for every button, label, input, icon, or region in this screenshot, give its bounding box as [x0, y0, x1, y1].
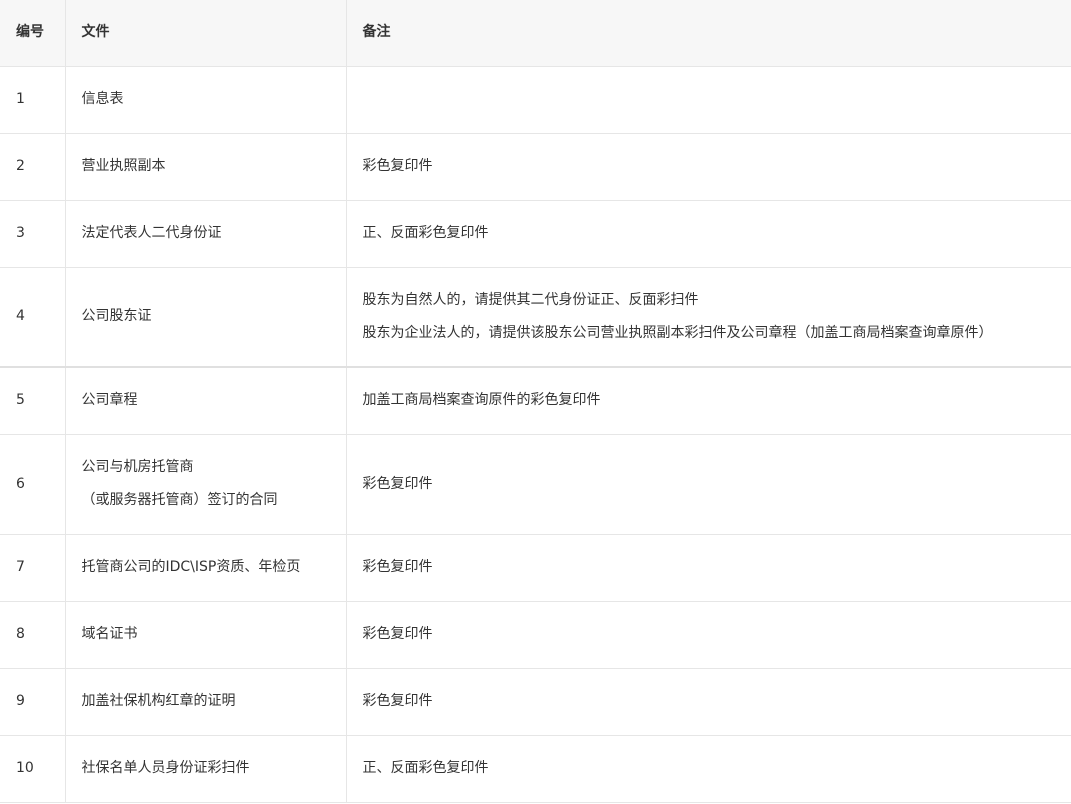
table-row: 1 信息表 [0, 66, 1071, 134]
cell-note: 彩色复印件 [345, 133, 1071, 201]
cell-note: 正、反面彩色复印件 [345, 735, 1071, 803]
cell-note-line: 彩色复印件 [362, 693, 433, 709]
cell-note: 彩色复印件 [345, 434, 1071, 535]
table-header-row: 编号 文件 备注 [0, 0, 1071, 67]
cell-file-line: 域名证书 [81, 626, 138, 642]
cell-num: 9 [0, 668, 65, 736]
cell-file: 公司章程 [64, 367, 346, 435]
cell-file: 托管商公司的IDC\ISP资质、年检页 [64, 534, 346, 602]
cell-file-line: 社保名单人员身份证彩扫件 [81, 760, 250, 776]
cell-note-line: 股东为自然人的，请提供其二代身份证正、反面彩扫件 [362, 291, 699, 308]
header-file: 文件 [64, 0, 346, 67]
cell-file-line: 营业执照副本 [81, 158, 166, 174]
cell-note-line: 彩色复印件 [362, 559, 433, 575]
table-row: 5 公司章程 加盖工商局档案查询原件的彩色复印件 [0, 367, 1071, 435]
table-row: 3 法定代表人二代身份证 正、反面彩色复印件 [0, 200, 1071, 268]
cell-file-line: 信息表 [81, 91, 124, 107]
table-row: 4 公司股东证 股东为自然人的，请提供其二代身份证正、反面彩扫件 股东为企业法人… [0, 267, 1071, 368]
cell-note-line: 加盖工商局档案查询原件的彩色复印件 [362, 392, 601, 409]
cell-note [345, 66, 1071, 134]
cell-num: 10 [0, 735, 65, 803]
cell-file: 信息表 [64, 66, 346, 134]
cell-note: 加盖工商局档案查询原件的彩色复印件 [345, 367, 1071, 435]
cell-num: 5 [0, 367, 65, 435]
header-num: 编号 [0, 0, 65, 67]
cell-note: 股东为自然人的，请提供其二代身份证正、反面彩扫件 股东为企业法人的，请提供该股东… [345, 267, 1071, 368]
cell-file-line: 法定代表人二代身份证 [81, 225, 222, 241]
table-row: 10 社保名单人员身份证彩扫件 正、反面彩色复印件 [0, 735, 1071, 803]
table-row: 2 营业执照副本 彩色复印件 [0, 133, 1071, 201]
cell-num: 6 [0, 434, 65, 535]
cell-note-line: 彩色复印件 [362, 475, 433, 492]
cell-num: 8 [0, 601, 65, 669]
cell-note: 正、反面彩色复印件 [345, 200, 1071, 268]
cell-file: 公司与机房托管商 （或服务器托管商）签订的合同 [64, 434, 346, 535]
cell-note-line: 股东为企业法人的，请提供该股东公司营业执照副本彩扫件及公司章程（加盖工商局档案查… [362, 324, 993, 341]
cell-file-line: 公司与机房托管商 [81, 459, 194, 475]
cell-file-line: （或服务器托管商）签订的合同 [81, 492, 278, 508]
cell-note-line: 彩色复印件 [362, 158, 433, 174]
cell-file-line: 公司章程 [81, 392, 138, 409]
cell-num: 1 [0, 66, 65, 134]
cell-file: 营业执照副本 [64, 133, 346, 201]
table-row: 7 托管商公司的IDC\ISP资质、年检页 彩色复印件 [0, 534, 1071, 602]
cell-note-line: 正、反面彩色复印件 [362, 760, 489, 776]
documents-table: 编号 文件 备注 1 信息表 2 营业执照副本 彩色复印件 3 法定代表人二代身… [0, 0, 1071, 803]
cell-file: 域名证书 [64, 601, 346, 669]
cell-file-line: 公司股东证 [81, 308, 152, 325]
table-row: 9 加盖社保机构红章的证明 彩色复印件 [0, 668, 1071, 736]
cell-note-line: 彩色复印件 [362, 626, 433, 642]
cell-num: 4 [0, 267, 65, 368]
cell-file-line: 加盖社保机构红章的证明 [81, 693, 236, 709]
cell-file: 社保名单人员身份证彩扫件 [64, 735, 346, 803]
table-row: 6 公司与机房托管商 （或服务器托管商）签订的合同 彩色复印件 [0, 434, 1071, 535]
cell-note-line: 正、反面彩色复印件 [362, 225, 489, 241]
cell-file: 公司股东证 [64, 267, 346, 368]
cell-num: 7 [0, 534, 65, 602]
cell-file: 加盖社保机构红章的证明 [64, 668, 346, 736]
cell-num: 2 [0, 133, 65, 201]
cell-note: 彩色复印件 [345, 534, 1071, 602]
table-row: 8 域名证书 彩色复印件 [0, 601, 1071, 669]
cell-num: 3 [0, 200, 65, 268]
cell-note: 彩色复印件 [345, 668, 1071, 736]
cell-file: 法定代表人二代身份证 [64, 200, 346, 268]
header-note: 备注 [345, 0, 1071, 67]
cell-file-line: 托管商公司的IDC\ISP资质、年检页 [81, 559, 301, 575]
cell-note: 彩色复印件 [345, 601, 1071, 669]
